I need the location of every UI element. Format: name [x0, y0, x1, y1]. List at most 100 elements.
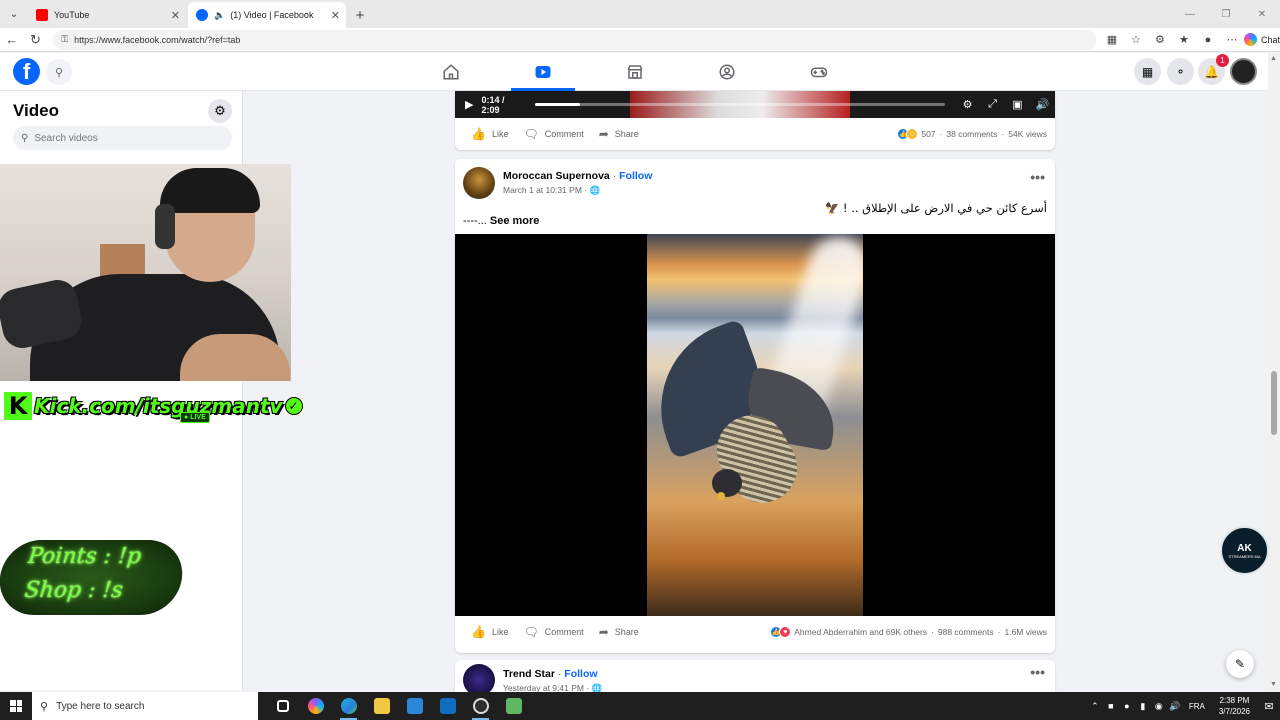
more-menu-icon[interactable]: ⋯	[1220, 33, 1244, 46]
author-name[interactable]: Moroccan Supernova	[503, 170, 610, 182]
youtube-icon	[36, 9, 48, 21]
notifications-bell-icon[interactable]: 🔔 1	[1198, 54, 1229, 85]
extensions-icon[interactable]: ⚙	[1148, 33, 1172, 46]
post-date[interactable]: March 1 at 10:31 PM	[503, 185, 582, 195]
speaker-icon[interactable]: 🔈	[214, 10, 225, 21]
haha-reaction-icon: ☺	[906, 128, 919, 140]
scrollbar-thumb[interactable]	[1271, 371, 1277, 435]
profile-icon[interactable]: ●	[1196, 34, 1220, 46]
microphone-icon[interactable]: ●	[1119, 701, 1135, 711]
page-scrollbar[interactable]: ▲ ▼	[1268, 53, 1280, 690]
more-options-icon[interactable]: •••	[1030, 169, 1045, 185]
reader-icon[interactable]: ▦	[1100, 33, 1124, 46]
live-label: LIVE	[190, 414, 206, 421]
search-videos-box[interactable]: ⚲	[13, 126, 232, 150]
clock[interactable]: 2:38 PM 3/7/2026	[1219, 695, 1250, 717]
comments-count[interactable]: 38 comments	[946, 129, 997, 139]
play-icon[interactable]: ▶	[465, 98, 473, 111]
video-player[interactable]	[455, 234, 1055, 616]
comments-count[interactable]: 988 comments	[938, 627, 994, 637]
comment-icon: 🗨	[523, 625, 539, 639]
android-app-icon[interactable]	[497, 692, 530, 720]
like-button[interactable]: 👍 Like	[471, 625, 508, 639]
scroll-up-icon[interactable]: ▲	[1270, 55, 1277, 62]
like-button[interactable]: 👍 Like	[471, 127, 508, 141]
file-explorer-icon[interactable]	[365, 692, 398, 720]
back-button[interactable]: ←	[0, 28, 24, 52]
tab-youtube[interactable]: YouTube ✕	[28, 2, 186, 28]
obs-icon[interactable]	[464, 692, 497, 720]
new-message-button[interactable]: ✎	[1226, 650, 1254, 678]
copilot-chat-button[interactable]: Chat	[1243, 33, 1280, 46]
post-actions: 👍 Like 🗨 Comment ➦ Share 👍 ♥ Ahmed Abderrah…	[455, 618, 1055, 646]
task-view-icon[interactable]	[266, 692, 299, 720]
facebook-logo-icon[interactable]: f	[13, 58, 40, 85]
edge-browser-icon[interactable]	[332, 692, 365, 720]
share-button[interactable]: ➦ Share	[599, 625, 639, 639]
reaction-count[interactable]: 507	[921, 129, 935, 139]
tray-device-icon[interactable]: ■	[1103, 701, 1119, 711]
video-player[interactable]: ▶ 0:14 / 2:09 ⚙ ⤢ ▣ 🔊	[455, 91, 1055, 118]
notification-center-icon[interactable]: ✉	[1258, 700, 1280, 713]
battery-icon[interactable]: ▮	[1135, 701, 1151, 712]
menu-grid-icon[interactable]: ▦	[1134, 58, 1161, 85]
close-icon[interactable]: ✕	[171, 9, 180, 22]
restore-button[interactable]: ❐	[1208, 0, 1244, 28]
favorite-star-icon[interactable]: ☆	[1124, 33, 1148, 46]
follow-button[interactable]: Follow	[619, 170, 652, 182]
separator-dot: ·	[997, 627, 1001, 637]
comment-button[interactable]: 🗨 Comment	[523, 625, 583, 639]
share-button[interactable]: ➦ Share	[599, 127, 639, 141]
see-more-link[interactable]: See more	[490, 215, 540, 227]
reactions[interactable]: 👍 ♥	[770, 626, 792, 638]
search-icon[interactable]: ⚲	[46, 59, 72, 85]
groups-icon[interactable]	[695, 57, 759, 87]
store-icon[interactable]	[398, 692, 431, 720]
settings-gear-icon[interactable]: ⚙	[955, 98, 980, 111]
close-window-button[interactable]: ✕	[1244, 0, 1280, 28]
scroll-down-icon[interactable]: ▼	[1270, 681, 1277, 688]
settings-gear-icon[interactable]: ⚙	[208, 99, 232, 123]
home-icon[interactable]	[419, 57, 483, 87]
lock-icon[interactable]: ⚿	[61, 34, 68, 45]
tray-chevron-icon[interactable]: ⌃	[1087, 701, 1103, 712]
copilot-icon[interactable]	[299, 692, 332, 720]
comment-label: Comment	[544, 627, 584, 637]
marketplace-icon[interactable]	[603, 57, 667, 87]
minimize-button[interactable]: —	[1172, 0, 1208, 28]
close-icon[interactable]: ✕	[331, 9, 340, 22]
pip-icon[interactable]: ▣	[1005, 98, 1030, 111]
reactions-text[interactable]: Ahmed Abderrahim and 69K others	[794, 627, 927, 637]
language-indicator[interactable]: FRA	[1189, 702, 1205, 711]
refresh-button[interactable]: ↻	[24, 28, 48, 52]
reactions[interactable]: 👍 ☺	[897, 128, 919, 140]
network-icon[interactable]: ◉	[1151, 701, 1167, 712]
fullscreen-icon[interactable]: ⤢	[980, 98, 1005, 111]
volume-icon[interactable]: 🔊	[1030, 98, 1055, 111]
follow-button[interactable]: Follow	[564, 668, 597, 680]
separator-dot: ·	[1001, 129, 1005, 139]
author-name[interactable]: Trend Star	[503, 668, 555, 680]
outlook-icon[interactable]	[431, 692, 464, 720]
new-tab-button[interactable]: +	[348, 2, 372, 28]
thumbs-up-icon: 👍	[471, 625, 486, 639]
start-button[interactable]	[0, 692, 32, 720]
messenger-icon[interactable]: ⚬	[1167, 58, 1194, 85]
falcon-beak	[717, 492, 725, 500]
account-avatar[interactable]	[1230, 58, 1257, 85]
tab-facebook[interactable]: 🔈 (1) Video | Facebook ✕	[188, 2, 346, 28]
views-count: 1.6M views	[1004, 627, 1047, 637]
comment-button[interactable]: 🗨 Comment	[523, 127, 583, 141]
tab-actions-menu-icon[interactable]: ⌄	[0, 0, 28, 28]
taskbar-search[interactable]: ⚲ Type here to search	[32, 692, 258, 720]
search-videos-input[interactable]	[34, 132, 215, 144]
gaming-icon[interactable]	[787, 57, 851, 87]
more-options-icon[interactable]: •••	[1030, 664, 1045, 680]
url-field[interactable]: ⚿ https://www.facebook.com/watch/?ref=ta…	[53, 29, 1096, 50]
post-header: Moroccan Supernova · Follow	[503, 170, 652, 182]
author-avatar[interactable]	[463, 167, 495, 199]
volume-icon[interactable]: 🔊	[1167, 701, 1183, 712]
video-progress-bar[interactable]	[534, 103, 945, 106]
favorites-icon[interactable]: ★	[1172, 33, 1196, 46]
video-icon[interactable]	[511, 57, 575, 91]
